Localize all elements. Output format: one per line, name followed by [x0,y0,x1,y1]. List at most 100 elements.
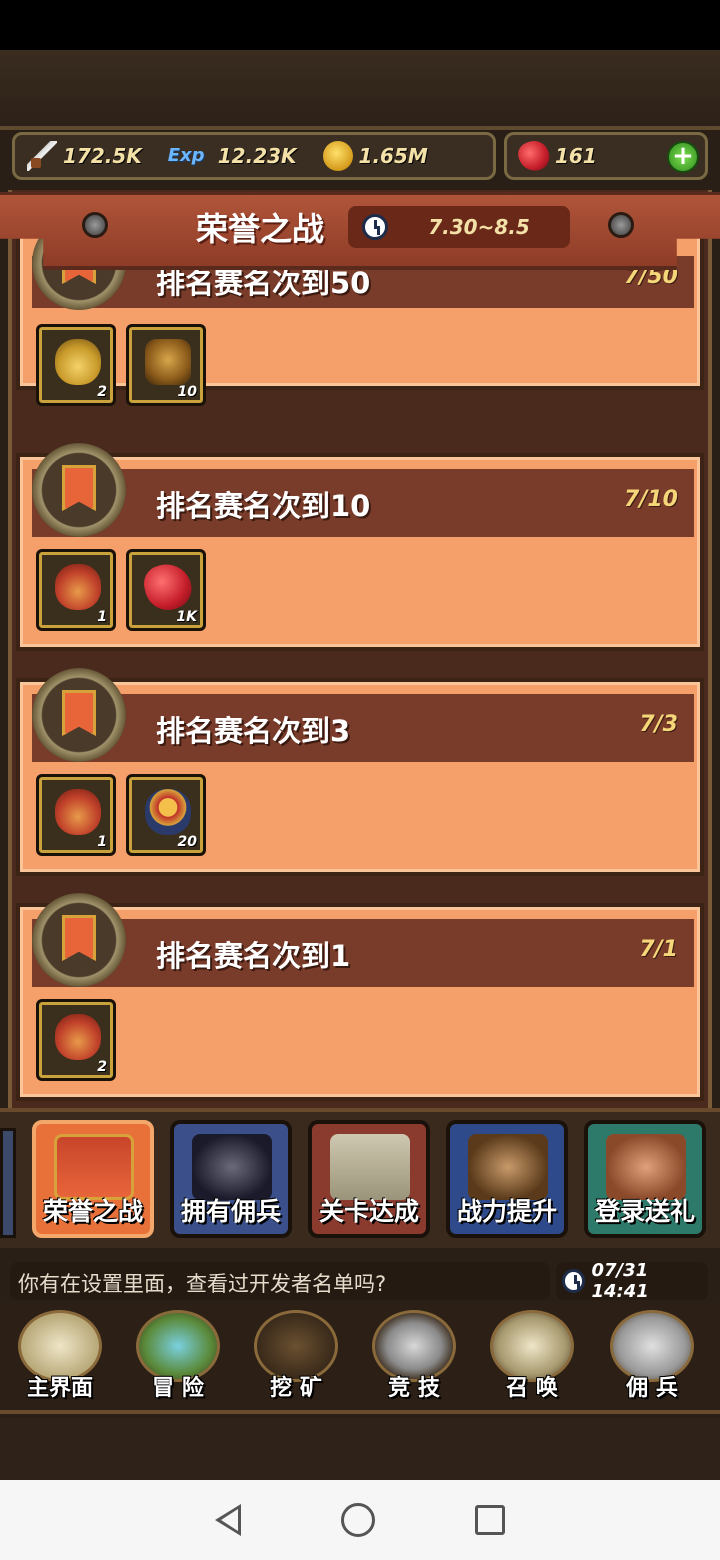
reward-list: 2 [36,999,116,1081]
tab-label: 战力提升 [456,1197,557,1226]
news-ticker: 你有在设置里面，查看过开发者名单吗? [10,1262,550,1300]
event-tabs: 荣誉之战 拥有佣兵 关卡达成 战力提升 登录送礼 [0,1108,720,1248]
power-value: 172.5K [63,144,142,168]
hand-icon [606,1134,686,1200]
tab-stage-clear[interactable]: 关卡达成 [308,1120,430,1238]
gem-bar: 161 + [504,132,708,180]
tab-label: 拥有佣兵 [180,1197,281,1226]
reward-item[interactable]: 1K [126,549,206,631]
sword-icon [27,141,57,171]
add-gems-button[interactable]: + [667,141,699,173]
nav-main[interactable]: 主界面 [4,1308,116,1408]
game-clock: 07/31 14:41 [556,1260,708,1302]
task-card: 排名赛名次到1 7/1 2 [16,893,704,1101]
nav-arena[interactable]: 竞 技 [358,1308,470,1408]
tab-overflow-edge[interactable] [0,1128,16,1238]
gift-bag-icon [55,789,101,835]
banner-medal-icon [32,443,126,537]
clock-time: 07/31 14:41 [591,1260,649,1302]
banner-medal-icon [32,668,126,762]
ruby-gem-icon [514,136,554,176]
event-period: 7.30~8.5 [348,206,570,248]
scroll-icon [330,1134,410,1200]
clock-icon [562,1269,586,1293]
nav-summon[interactable]: 召 唤 [476,1308,588,1408]
resource-bar: 172.5K Exp 12.23K 1.65M [12,132,496,180]
gold-value: 1.65M [358,144,428,168]
task-header: 排名赛名次到3 7/3 [32,694,694,762]
mercenary-portrait-icon [192,1134,272,1200]
reward-item[interactable]: 10 [126,324,206,406]
power-resource: 172.5K [27,141,142,171]
nav-mercenary[interactable]: 佣 兵 [596,1308,708,1408]
event-period-text: 7.30~8.5 [428,215,530,239]
nav-mining[interactable]: 挖 矿 [240,1308,352,1408]
nav-adventure[interactable]: 冒 险 [122,1308,234,1408]
tab-owned-mercenaries[interactable]: 拥有佣兵 [170,1120,292,1238]
system-nav-bar [0,1480,720,1560]
reward-qty: 20 [177,834,197,850]
nav-label: 挖 矿 [270,1376,322,1401]
task-title: 排名赛名次到10 [156,489,371,523]
banner-medal-icon [32,893,126,987]
main-nav: 主界面 冒 险 挖 矿 竞 技 召 唤 佣 兵 [0,1302,720,1414]
reward-item[interactable]: 1 [36,774,116,856]
task-header: 排名赛名次到10 7/10 [32,469,694,537]
banner-knob-icon [608,212,634,238]
task-header: 排名赛名次到1 7/1 [32,919,694,987]
reward-qty: 1K [176,609,197,625]
reward-qty: 1 [97,834,107,850]
task-progress: 7/10 [624,487,678,512]
gift-bag-icon [55,564,101,610]
ticker-message: 你有在设置里面，查看过开发者名单吗? [18,1272,387,1296]
task-card: 排名赛名次到10 7/10 1 1K [16,443,704,651]
clock-icon [362,214,388,240]
task-title: 排名赛名次到1 [156,939,351,973]
recent-apps-icon[interactable] [475,1505,505,1535]
tab-label: 荣誉之战 [42,1197,143,1226]
event-title: 荣誉之战 [195,210,324,248]
tab-label: 关卡达成 [318,1197,419,1226]
reward-list: 1 20 [36,774,206,856]
exp-resource: Exp 12.23K [168,141,297,171]
back-icon[interactable] [215,1504,241,1536]
reward-item[interactable]: 1 [36,549,116,631]
reward-qty: 1 [97,609,107,625]
tab-label: 登录送礼 [594,1197,695,1226]
reward-item[interactable]: 2 [36,324,116,406]
gem-resource: 161 [514,136,597,176]
exp-value: 12.23K [217,144,297,168]
reward-list: 1 1K [36,549,206,631]
gem-value: 161 [555,144,597,168]
nav-label: 主界面 [26,1376,93,1401]
nav-label: 召 唤 [506,1376,558,1401]
reward-qty: 2 [97,384,107,400]
bottom-background [0,1418,720,1480]
reward-qty: 2 [97,1059,107,1075]
task-card: 排名赛名次到3 7/3 1 20 [16,668,704,876]
reward-item[interactable]: 2 [36,999,116,1081]
reward-qty: 10 [177,384,197,400]
tab-power-up[interactable]: 战力提升 [446,1120,568,1238]
medal-badge-icon [145,789,191,835]
gold-coin-icon [322,141,353,171]
task-progress: 7/3 [639,712,678,737]
banner-knob-icon [82,212,108,238]
gift-bag-gold-icon [55,339,101,385]
nav-label: 冒 险 [152,1376,204,1401]
gift-bag-icon [55,1014,101,1060]
tab-honor-battle[interactable]: 荣誉之战 [32,1120,154,1238]
task-progress: 7/1 [639,937,678,962]
golden-armor-icon [145,339,191,385]
nav-label: 竞 技 [388,1376,440,1401]
home-icon[interactable] [341,1503,375,1537]
reward-list: 2 10 [36,324,206,406]
tab-login-gift[interactable]: 登录送礼 [584,1120,706,1238]
task-title: 排名赛名次到3 [156,714,351,748]
gold-resource: 1.65M [322,141,428,171]
ruby-gem-icon [139,558,197,616]
nav-label: 佣 兵 [626,1376,678,1401]
banner-flag-icon [54,1134,134,1200]
reward-item[interactable]: 20 [126,774,206,856]
exp-icon: Exp [167,145,205,166]
